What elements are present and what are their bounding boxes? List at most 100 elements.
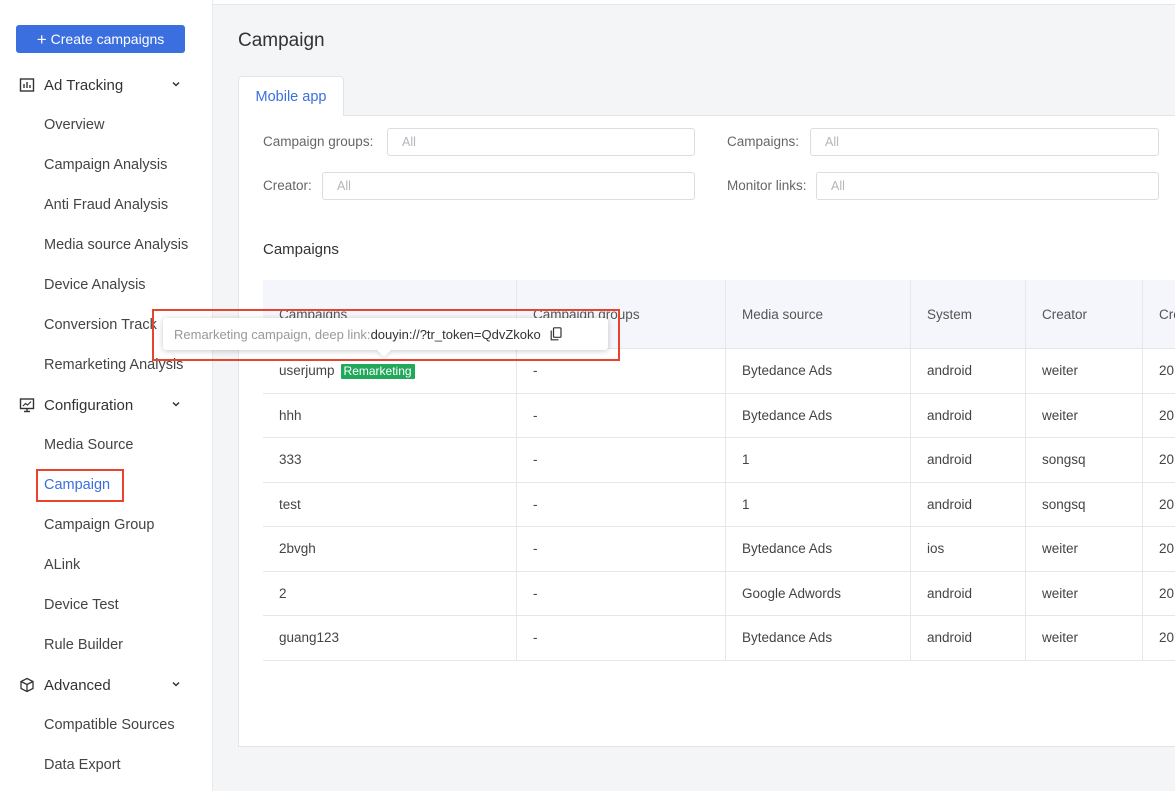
monitor-links-filter-label: Monitor links:: [727, 178, 807, 193]
table-cell-media: Bytedance Ads: [742, 363, 833, 378]
table-cell-system: android: [927, 452, 973, 467]
table-cell-creator: weiter: [1042, 408, 1079, 423]
chevron-down-icon: [172, 401, 180, 407]
row-divider: [263, 437, 1175, 438]
table-cell-creator: songsq: [1042, 497, 1086, 512]
column-header-media-source: Media source: [742, 307, 824, 322]
table-cell-media: Google Adwords: [742, 586, 842, 601]
sidebar-item-campaign-group[interactable]: Campaign Group: [44, 513, 154, 537]
table-cell-group: -: [533, 497, 538, 512]
table-cell-group: -: [533, 452, 538, 467]
sidebar-item-media-source-analysis[interactable]: Media source Analysis: [44, 233, 188, 257]
row-divider: [263, 615, 1175, 616]
campaigns-select[interactable]: All: [810, 128, 1159, 156]
column-header-system: System: [927, 307, 973, 322]
sidebar-item-alink[interactable]: ALink: [44, 553, 80, 577]
creator-select[interactable]: All: [322, 172, 695, 200]
table-cell-creator: weiter: [1042, 363, 1079, 378]
create-campaigns-button[interactable]: + Create campaigns: [16, 25, 185, 53]
table-cell-system: android: [927, 408, 973, 423]
sidebar-item-campaign-analysis[interactable]: Campaign Analysis: [44, 153, 167, 177]
table-cell-group: -: [533, 586, 538, 601]
table-cell-campaign[interactable]: hhh: [279, 408, 302, 423]
table-cell-creator: songsq: [1042, 452, 1086, 467]
page-title: Campaign: [238, 30, 325, 51]
table-cell-creator: weiter: [1042, 630, 1079, 645]
campaigns-filter-label: Campaigns:: [727, 134, 800, 149]
sidebar-item-conversion-track[interactable]: Conversion Track: [44, 313, 157, 337]
table-cell-media: 1: [742, 497, 750, 512]
copy-icon[interactable]: [550, 327, 562, 341]
row-divider: [263, 660, 1175, 661]
table-cell-campaign[interactable]: userjump Remarketing: [279, 363, 415, 379]
deep-link-text[interactable]: douyin://?tr_token=QdvZkoko: [371, 327, 541, 342]
table-cell-system: ios: [927, 541, 945, 556]
monitor-icon: [19, 398, 35, 413]
table-cell-system: android: [927, 497, 973, 512]
nav-group-advanced[interactable]: Advanced: [0, 665, 212, 705]
cube-icon: [20, 677, 34, 693]
row-divider: [263, 393, 1175, 394]
table-cell-created: 20: [1159, 497, 1175, 512]
sidebar-item-anti-fraud-analysis[interactable]: Anti Fraud Analysis: [44, 193, 168, 217]
creator-filter-label: Creator:: [263, 178, 312, 193]
table-cell-media: Bytedance Ads: [742, 630, 833, 645]
sidebar-item-device-analysis[interactable]: Device Analysis: [44, 273, 146, 297]
deep-link-tooltip: Remarketing campaign, deep link: douyin:…: [163, 318, 608, 350]
create-campaigns-label: Create campaigns: [50, 31, 165, 47]
table-cell-created: 20: [1159, 586, 1175, 601]
campaign-groups-filter-label: Campaign groups:: [263, 134, 374, 149]
column-header-creator: Creator: [1042, 307, 1088, 322]
column-header-created: Cre: [1159, 307, 1175, 322]
table-cell-created: 20: [1159, 541, 1175, 556]
table-cell-group: -: [533, 408, 538, 423]
sidebar-item-campaign[interactable]: Campaign: [44, 473, 110, 497]
table-cell-group: -: [533, 363, 538, 378]
column-divider: [910, 280, 911, 660]
nav-group-label: Ad Tracking: [44, 76, 124, 94]
row-divider: [263, 482, 1175, 483]
column-divider: [1025, 280, 1026, 660]
sidebar: + Create campaigns Ad Tracking Overview …: [0, 0, 213, 791]
tooltip-prefix: Remarketing campaign, deep link:: [174, 326, 371, 342]
table-cell-system: android: [927, 630, 973, 645]
remarketing-badge[interactable]: Remarketing: [340, 364, 415, 379]
table-cell-campaign[interactable]: 2: [279, 586, 287, 601]
campaign-groups-select[interactable]: All: [387, 128, 695, 156]
nav-group-ad-tracking[interactable]: Ad Tracking: [0, 65, 212, 105]
table-cell-created: 20: [1159, 630, 1175, 645]
table-cell-campaign[interactable]: test: [279, 497, 301, 512]
sidebar-item-rule-builder[interactable]: Rule Builder: [44, 633, 123, 657]
table-cell-system: android: [927, 363, 973, 378]
column-divider: [1142, 280, 1143, 660]
table-cell-created: 20: [1159, 452, 1175, 467]
sidebar-item-media-source[interactable]: Media Source: [44, 433, 133, 457]
monitor-links-select[interactable]: All: [816, 172, 1159, 200]
column-divider: [725, 280, 726, 660]
table-cell-creator: weiter: [1042, 586, 1079, 601]
table-cell-created: 20: [1159, 363, 1175, 378]
tab-mobile-app[interactable]: Mobile app: [238, 76, 344, 116]
sidebar-item-device-test[interactable]: Device Test: [44, 593, 119, 617]
table-cell-created: 20: [1159, 408, 1175, 423]
sidebar-item-remarketing-analysis[interactable]: Remarketing Analysis: [44, 353, 183, 377]
bar-chart-icon: [19, 78, 35, 92]
table-cell-media: 1: [742, 452, 750, 467]
table-cell-group: -: [533, 541, 538, 556]
table-cell-group: -: [533, 630, 538, 645]
row-divider: [263, 526, 1175, 527]
campaign-name: userjump: [279, 363, 335, 378]
table-cell-campaign[interactable]: guang123: [279, 630, 339, 645]
sidebar-item-overview[interactable]: Overview: [44, 113, 104, 137]
table-cell-campaign[interactable]: 2bvgh: [279, 541, 316, 556]
nav-group-label: Configuration: [44, 396, 134, 414]
campaigns-section-title: Campaigns: [263, 241, 339, 258]
plus-icon: +: [36, 29, 47, 49]
top-bar: [213, 0, 1175, 5]
table-cell-creator: weiter: [1042, 541, 1079, 556]
sidebar-item-data-export[interactable]: Data Export: [44, 753, 121, 777]
row-divider: [263, 571, 1175, 572]
sidebar-item-compatible-sources[interactable]: Compatible Sources: [44, 713, 175, 737]
nav-group-configuration[interactable]: Configuration: [0, 385, 212, 425]
table-cell-campaign[interactable]: 333: [279, 452, 302, 467]
